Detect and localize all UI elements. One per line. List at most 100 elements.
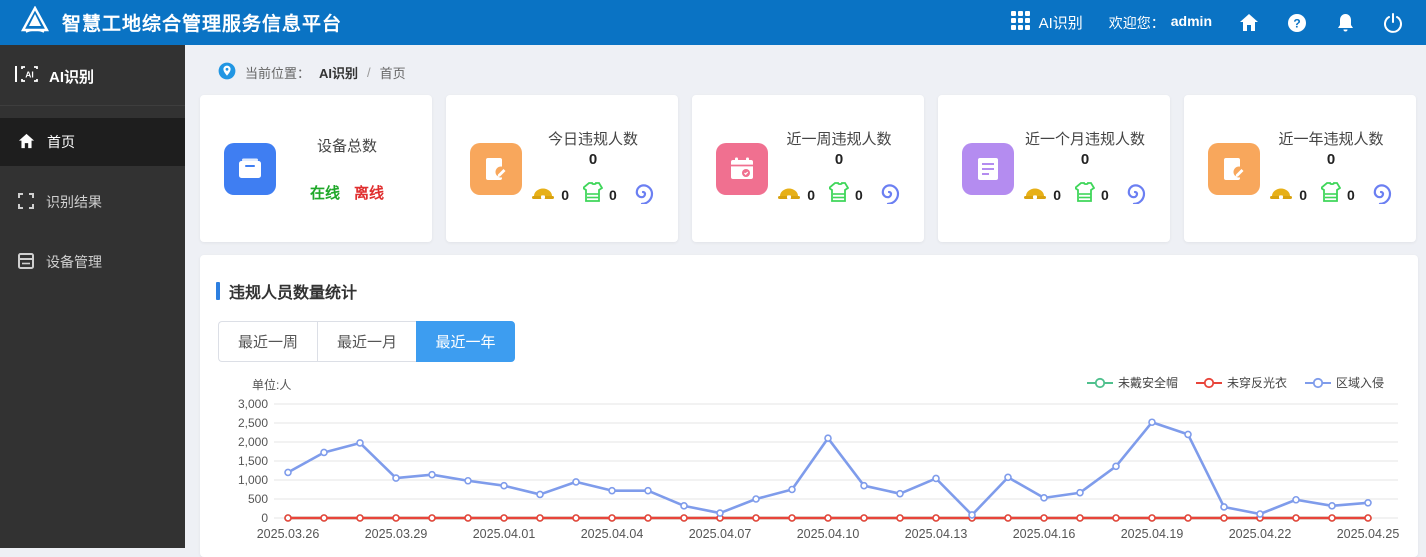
reflective-vest-icon	[581, 181, 604, 208]
brand: 智慧工地综合管理服务信息平台	[0, 5, 343, 39]
device-archive-icon	[224, 142, 276, 195]
range-tabs: 最近一周 最近一月 最近一年	[218, 321, 1398, 362]
sidebar-item-label: 设备管理	[46, 254, 102, 270]
notification-bell-icon[interactable]	[1334, 12, 1356, 34]
safety-helmet-icon	[777, 184, 801, 206]
svg-text:500: 500	[248, 492, 268, 506]
report-pen-icon	[1208, 142, 1260, 195]
sidebar-item-label: 识别结果	[46, 194, 102, 210]
vest-count: 0	[1101, 186, 1109, 203]
sidebar: AI AI识别 首页 识别结果 设备管理	[0, 45, 185, 548]
svg-text:2025.03.26: 2025.03.26	[257, 527, 320, 541]
violations-line-chart: 0 500 1,000 1,500 2,000 2,500 3,000 2025.03.26 2…	[238, 398, 1400, 541]
username: admin	[1170, 12, 1212, 29]
sidebar-item-recognition-results[interactable]: 识别结果	[0, 178, 185, 226]
help-icon[interactable]: ?	[1286, 12, 1308, 34]
breadcrumb-page[interactable]: 首页	[380, 63, 406, 82]
app-switcher[interactable]: AI识别	[1010, 10, 1083, 35]
vest-count: 0	[609, 186, 617, 203]
svg-text:2025.03.29: 2025.03.29	[365, 527, 428, 541]
title-accent-bar	[216, 282, 220, 300]
svg-text:2025.04.25: 2025.04.25	[1337, 527, 1400, 541]
area-intrusion-spiral-icon	[631, 180, 655, 209]
card-total-count: 0	[588, 151, 598, 168]
sidebar-menu: 首页 识别结果 设备管理	[0, 118, 185, 286]
legend-item[interactable]: 未戴安全帽	[1086, 374, 1178, 391]
area-intrusion-spiral-icon	[1369, 180, 1393, 209]
vest-count: 0	[1347, 186, 1355, 203]
area-intrusion-spiral-icon	[1123, 180, 1147, 209]
safety-helmet-icon	[531, 184, 555, 206]
home-icon[interactable]	[1238, 12, 1260, 34]
chart-legend: 未戴安全帽 未穿反光衣 区域入侵	[1086, 374, 1384, 391]
tab-last-year[interactable]: 最近一年	[416, 321, 515, 362]
svg-text:2025.04.10: 2025.04.10	[797, 527, 860, 541]
online-label[interactable]: 在线	[310, 182, 340, 203]
card-title: 近一个月违规人数	[1024, 131, 1145, 148]
svg-text:2025.04.22: 2025.04.22	[1229, 527, 1292, 541]
sidebar-item-home[interactable]: 首页	[0, 118, 185, 166]
sidebar-title: AI AI识别	[0, 45, 185, 106]
safety-helmet-icon	[1269, 184, 1293, 206]
sidebar-item-label: 首页	[47, 134, 75, 150]
app-logo-icon	[20, 5, 50, 39]
card-violations-year: 近一年违规人数 0 0 0	[1184, 95, 1416, 242]
card-total-count: 0	[834, 151, 844, 168]
calendar-icon	[716, 142, 768, 195]
breadcrumb-section[interactable]: AI识别	[319, 63, 358, 82]
helmet-count: 0	[561, 186, 569, 203]
card-total-count: 0	[1080, 151, 1090, 168]
scan-brackets-icon	[18, 192, 34, 212]
card-title: 今日违规人数	[547, 131, 638, 148]
safety-helmet-icon	[1023, 184, 1047, 206]
offline-label[interactable]: 离线	[354, 182, 384, 203]
reflective-vest-icon	[827, 181, 850, 208]
helmet-count: 0	[1053, 186, 1061, 203]
device-icon	[18, 252, 34, 272]
card-device-total: 设备总数 在线 离线	[200, 95, 432, 242]
card-title: 设备总数	[316, 137, 377, 155]
legend-item[interactable]: 未穿反光衣	[1195, 374, 1287, 391]
top-header: 智慧工地综合管理服务信息平台 AI识别 欢迎您： admin ?	[0, 0, 1426, 45]
svg-text:2025.04.19: 2025.04.19	[1121, 527, 1184, 541]
svg-text:0: 0	[261, 511, 268, 525]
card-violations-today: 今日违规人数 0 0 0	[446, 95, 678, 242]
helmet-count: 0	[807, 186, 815, 203]
svg-text:2025.04.04: 2025.04.04	[581, 527, 644, 541]
document-list-icon	[962, 142, 1014, 195]
stat-cards-row: 设备总数 在线 离线 今日违规人数 0 0 0 近一周违规人数 0 0 0 近一…	[200, 95, 1418, 242]
location-pin-icon	[218, 62, 236, 83]
card-title: 近一年违规人数	[1278, 131, 1384, 148]
reflective-vest-icon	[1073, 181, 1096, 208]
panel-title: 违规人员数量统计	[216, 279, 1398, 303]
helmet-count: 0	[1299, 186, 1307, 203]
app-switcher-label: AI识别	[1038, 15, 1083, 32]
svg-text:?: ?	[1293, 16, 1300, 30]
svg-text:2025.04.16: 2025.04.16	[1013, 527, 1076, 541]
svg-text:2025.04.13: 2025.04.13	[905, 527, 968, 541]
svg-text:2025.04.01: 2025.04.01	[473, 527, 536, 541]
app-title: 智慧工地综合管理服务信息平台	[62, 14, 343, 35]
welcome-text: 欢迎您： admin	[1108, 12, 1212, 31]
tab-last-month[interactable]: 最近一月	[317, 321, 416, 362]
svg-text:1,000: 1,000	[238, 473, 268, 487]
sidebar-item-device-management[interactable]: 设备管理	[0, 238, 185, 286]
unit-label: 单位:人	[252, 378, 292, 392]
vest-count: 0	[855, 186, 863, 203]
main-content: 当前位置： AI识别 / 首页 设备总数 在线 离线 今日违规人数 0 0 0 …	[185, 45, 1426, 557]
svg-text:AI: AI	[25, 70, 34, 80]
power-logout-icon[interactable]	[1382, 12, 1404, 34]
svg-text:2,000: 2,000	[238, 435, 268, 449]
reflective-vest-icon	[1319, 181, 1342, 208]
svg-text:2,500: 2,500	[238, 416, 268, 430]
ai-recognition-icon: AI	[14, 64, 40, 88]
home-icon	[18, 133, 35, 152]
svg-text:1,500: 1,500	[238, 454, 268, 468]
report-pen-icon	[470, 142, 522, 195]
violations-statistics-panel: 违规人员数量统计 最近一周 最近一月 最近一年 单位:人 未戴安全帽 未穿反光衣区…	[200, 255, 1418, 557]
grid-icon	[1010, 10, 1031, 35]
card-title: 近一周违规人数	[786, 131, 892, 148]
legend-item[interactable]: 区域入侵	[1304, 374, 1384, 391]
area-intrusion-spiral-icon	[877, 180, 901, 209]
tab-last-week[interactable]: 最近一周	[218, 321, 317, 362]
